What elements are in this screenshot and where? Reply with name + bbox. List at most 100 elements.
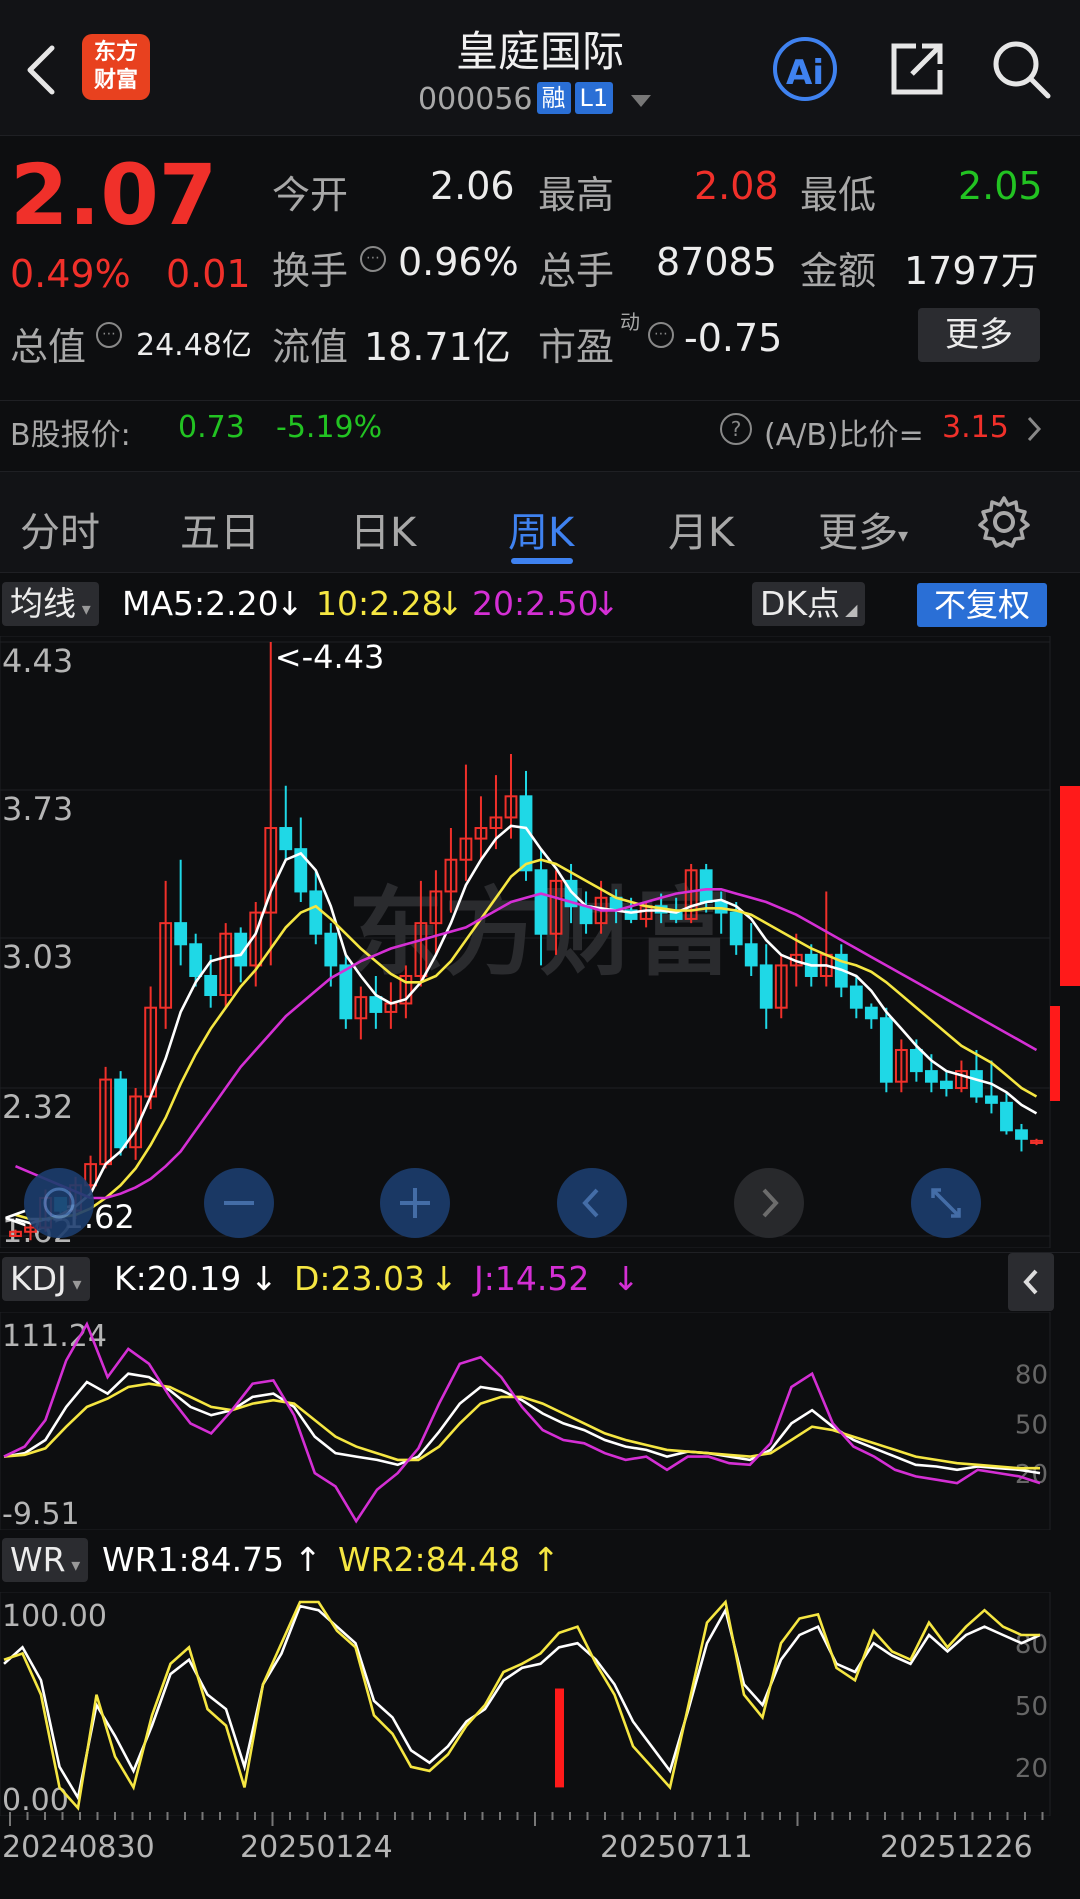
ma-type-label: 均线	[10, 584, 76, 623]
high-value: 2.08	[694, 164, 779, 208]
tab-more[interactable]: 更多▾	[818, 500, 908, 558]
wr1-value: WR1:84.75	[102, 1540, 285, 1579]
adjust-toggle-button[interactable]: 不复权	[917, 583, 1047, 627]
scroll-left-icon[interactable]	[557, 1168, 627, 1238]
corner-icon: ◢	[840, 600, 858, 619]
share-icon[interactable]	[886, 38, 948, 100]
volume-value: 87085	[656, 240, 777, 284]
low-label: 最低	[800, 173, 877, 217]
candle-body	[339, 964, 353, 1020]
scroll-right-icon[interactable]	[734, 1168, 804, 1238]
search-icon[interactable]	[988, 36, 1054, 102]
ab-ratio-value: 3.15	[942, 410, 1009, 445]
stock-code-row[interactable]: 000056 融 L1	[418, 82, 651, 117]
tab-weekly-k[interactable]: 周K	[508, 500, 574, 558]
ma5-value: MA5:2.20	[122, 584, 279, 623]
candle-body	[985, 1095, 998, 1104]
y-tick-label: 3.73	[2, 790, 73, 828]
candle-body	[279, 827, 293, 851]
ab-ratio-label: (A/B)比价=	[764, 418, 924, 453]
wr-label: WR	[10, 1540, 66, 1579]
wr-legend-bar: WR ▾ WR1:84.75 ↑ WR2:84.48 ↑	[0, 1534, 1080, 1586]
candle-body	[534, 869, 548, 935]
settings-gear-icon[interactable]	[976, 494, 1032, 550]
y-bottom-label: -9.51	[2, 1497, 80, 1530]
wr-dropdown[interactable]: WR ▾	[2, 1538, 89, 1582]
last-price: 2.07	[10, 146, 218, 244]
turnover-info-icon[interactable]: ⋯	[360, 246, 386, 272]
help-icon[interactable]: ?	[720, 413, 752, 445]
wr2-up-arrow: ↑	[532, 1540, 560, 1579]
kdj-j-arrow: ↓	[612, 1259, 640, 1298]
x-label-start: 20240830	[2, 1830, 155, 1865]
dk-point-dropdown[interactable]: DK点 ◢	[752, 582, 866, 626]
fullscreen-icon[interactable]	[911, 1168, 981, 1238]
kdj-dropdown[interactable]: KDJ ▾	[2, 1257, 90, 1301]
pe-info-icon[interactable]: ⋯	[648, 322, 674, 348]
change-amount: 0.01	[166, 252, 251, 296]
more-quote-button[interactable]: 更多	[918, 308, 1040, 362]
y-tick-label: 2.32	[2, 1088, 73, 1126]
kdj-j-value: J:14.52	[474, 1259, 590, 1298]
kdj-k-line	[3, 1372, 1041, 1475]
right-level-label: 50	[1015, 1410, 1048, 1440]
candle-body	[759, 964, 773, 1009]
tab-daily-k[interactable]: 日K	[350, 500, 416, 558]
pe-label: 市盈	[538, 325, 615, 369]
wr1-up-arrow: ↑	[294, 1540, 322, 1579]
y-top-label: 100.00	[2, 1599, 107, 1634]
candle-body	[940, 1080, 953, 1090]
kdjsvg-frame	[0, 1312, 1051, 1530]
tab-monthly-k[interactable]: 月K	[668, 500, 734, 558]
candle-body	[849, 985, 863, 1009]
pe-superscript: 动	[620, 310, 640, 334]
kdj-chart[interactable]: 111.24-9.51805020	[0, 1312, 1080, 1530]
turnover-label: 换手	[272, 249, 349, 293]
zoom-out-icon[interactable]	[204, 1168, 274, 1238]
wr2-value: WR2:84.48	[338, 1540, 521, 1579]
right-level-label: 80	[1015, 1361, 1048, 1391]
x-axis: 20240830 20250124 20250711 20251226	[0, 1830, 1080, 1880]
kdj-label: KDJ	[10, 1259, 67, 1298]
candle-body	[204, 974, 218, 997]
mktcap-info-icon[interactable]: ⋯	[96, 322, 122, 348]
candle-body	[864, 1006, 878, 1020]
zoom-in-icon[interactable]	[380, 1168, 450, 1238]
y-tick-label: 4.43	[2, 642, 73, 680]
candle-body	[309, 890, 323, 935]
candle-body	[324, 932, 338, 967]
candle-body	[909, 1048, 923, 1073]
ma20-down-arrow: ↓	[592, 584, 620, 623]
candle-body	[970, 1070, 983, 1098]
ai-icon[interactable]: Ai	[773, 37, 837, 101]
period-tabs: 分时 五日 日K 周K 月K 更多▾	[0, 472, 1080, 573]
reset-zoom-icon[interactable]	[24, 1168, 94, 1238]
candlestick-chart[interactable]: 4.433.733.032.321.62东方财富<-4.43<---1.62	[0, 636, 1080, 1248]
caret-down-icon: ▾	[66, 1274, 82, 1295]
tab-intraday[interactable]: 分时	[20, 500, 100, 558]
right-level-label: 50	[1015, 1692, 1048, 1722]
wr-signal-bar	[555, 1688, 564, 1788]
b-share-label: B股报价:	[10, 418, 131, 453]
chevron-right-icon[interactable]	[1024, 414, 1044, 444]
wr1-line	[3, 1604, 1041, 1802]
x-label-3: 20250711	[600, 1830, 753, 1865]
tab-five-day[interactable]: 五日	[180, 500, 260, 558]
candle-body	[579, 905, 593, 925]
x-label-2: 20250124	[240, 1830, 393, 1865]
x-axis-ticks	[9, 1812, 1044, 1826]
volume-label: 总手	[538, 249, 615, 293]
kdj-k-value: K:20.19	[114, 1259, 242, 1298]
scroll-indicator	[1060, 786, 1080, 986]
amount-value: 1797万	[904, 249, 1039, 293]
ma-type-dropdown[interactable]: 均线 ▾	[2, 582, 99, 626]
collapse-panel-icon[interactable]	[1008, 1253, 1054, 1311]
kdj-d-arrow: ↓	[430, 1259, 458, 1298]
candle-body	[699, 869, 713, 904]
caret-down-icon[interactable]	[630, 94, 651, 107]
dk-point-label: DK点	[760, 584, 841, 623]
max-price-marker: <-4.43	[275, 638, 385, 676]
wr-chart[interactable]: 100.000.00805020	[0, 1592, 1080, 1816]
candle-body	[924, 1070, 938, 1083]
candle-body	[1015, 1129, 1028, 1140]
